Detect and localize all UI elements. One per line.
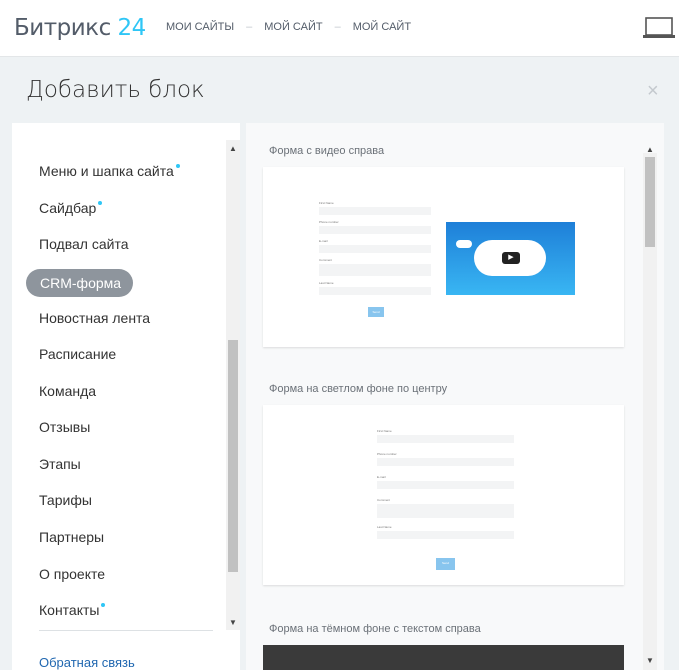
form-label: E-mail (319, 239, 328, 243)
sidebar-item-team[interactable]: Команда (39, 383, 96, 399)
form-label: First Name (319, 201, 334, 205)
form-label: E-mail (377, 475, 386, 479)
form-input (377, 458, 514, 466)
block-list-scrollbar[interactable]: ▼ (643, 153, 657, 670)
new-dot-icon (175, 164, 180, 168)
sidebar-item-label: Контакты (39, 602, 100, 618)
sidebar-item-stages[interactable]: Этапы (39, 456, 81, 472)
sidebar-item-contacts[interactable]: Контакты (39, 602, 106, 618)
logo[interactable]: Битрикс 24 (14, 15, 146, 41)
form-label: Phone number (377, 452, 397, 456)
sidebar-scrollbar[interactable]: ▲ ▼ (226, 140, 240, 630)
form-send-button: Send (368, 307, 384, 317)
block-title: Форма на светлом фоне по центру (269, 383, 448, 395)
form-label: Comment (377, 498, 391, 502)
scroll-down-icon[interactable]: ▼ (226, 618, 240, 627)
sidebar-item-label: Меню и шапка сайта (39, 163, 174, 179)
scroll-up-icon[interactable]: ▲ (226, 144, 240, 153)
block-title: Форма с видео справа (269, 145, 385, 157)
sidebar-item-pricing[interactable]: Тарифы (39, 492, 92, 508)
close-icon[interactable]: × (647, 80, 659, 103)
breadcrumb-separator: – (334, 21, 341, 33)
top-header: Битрикс 24 МОИ САЙТЫ – МОЙ САЙТ – МОЙ СА… (0, 0, 679, 57)
sidebar-item-label: Сайдбар (39, 200, 97, 216)
feedback-link[interactable]: Обратная связь (39, 655, 135, 670)
block-list: Форма с видео справа First Name Phone nu… (246, 123, 664, 670)
sidebar-item-news[interactable]: Новостная лента (39, 310, 150, 326)
form-label: Last Name (319, 281, 334, 285)
form-input (319, 207, 431, 215)
form-input (319, 264, 431, 276)
block-card-video-form[interactable]: First Name Phone number E-mail Comment L… (263, 167, 624, 347)
laptop-icon[interactable] (642, 17, 676, 39)
sidebar-item-crm-form[interactable]: CRM-форма (26, 269, 133, 297)
divider (39, 630, 213, 631)
new-dot-icon (98, 201, 103, 205)
logo-number: 24 (117, 15, 147, 41)
new-dot-icon (101, 603, 106, 607)
play-icon: ▶ (502, 252, 520, 264)
scrollbar-thumb[interactable] (645, 157, 655, 247)
form-label: Last Name (377, 525, 392, 529)
form-label: Phone number (319, 220, 339, 224)
form-input (377, 435, 514, 443)
sidebar-item-reviews[interactable]: Отзывы (39, 419, 90, 435)
block-card-light-form[interactable]: First Name Phone number E-mail Comment L… (263, 405, 624, 585)
breadcrumb-my-site-page[interactable]: МОЙ САЙТ (353, 21, 411, 33)
video-thumbnail: ▶ (446, 222, 575, 295)
breadcrumb: МОИ САЙТЫ – МОЙ САЙТ – МОЙ САЙТ (166, 21, 411, 33)
sidebar-item-partners[interactable]: Партнеры (39, 529, 104, 545)
scroll-down-icon[interactable]: ▼ (643, 656, 657, 665)
breadcrumb-separator: – (246, 21, 253, 33)
form-input (319, 226, 431, 234)
scroll-up-icon[interactable]: ▲ (643, 145, 657, 154)
block-title: Форма на тёмном фоне с текстом справа (269, 623, 481, 635)
form-input (319, 287, 431, 295)
form-input (377, 504, 514, 518)
category-sidebar: Меню и шапка сайта Сайдбар Подвал сайта … (12, 123, 240, 670)
dialog-title: Добавить блок (26, 77, 205, 103)
form-input (377, 481, 514, 489)
form-label: Comment (319, 258, 333, 262)
sidebar-item-sidebar[interactable]: Сайдбар (39, 200, 103, 216)
block-card-dark-form[interactable] (263, 645, 624, 670)
breadcrumb-my-sites[interactable]: МОИ САЙТЫ (166, 21, 234, 33)
logo-text: Битрикс (14, 15, 111, 41)
sidebar-item-menu[interactable]: Меню и шапка сайта (39, 163, 180, 179)
form-label: First Name (377, 429, 392, 433)
sidebar-item-about[interactable]: О проекте (39, 566, 105, 582)
sidebar-item-footer[interactable]: Подвал сайта (39, 236, 128, 252)
form-input (319, 245, 431, 253)
breadcrumb-my-site[interactable]: МОЙ САЙТ (264, 21, 322, 33)
form-input (377, 531, 514, 539)
form-send-button: Send (436, 558, 455, 570)
scrollbar-thumb[interactable] (228, 340, 238, 572)
sidebar-item-schedule[interactable]: Расписание (39, 346, 116, 362)
